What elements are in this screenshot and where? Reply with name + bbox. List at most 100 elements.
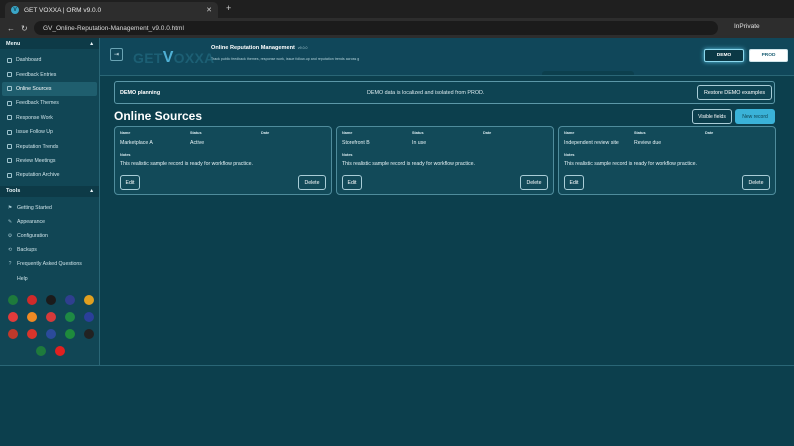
logo-part-v: V — [162, 49, 174, 66]
tool-item-backups[interactable]: ⟲ Backups — [2, 243, 97, 257]
language-flag-icon[interactable] — [36, 346, 46, 356]
delete-button[interactable]: Delete — [520, 175, 548, 190]
language-flag-icon[interactable] — [8, 312, 18, 322]
brand-logo: GET V OXXA — [133, 47, 215, 69]
tool-item-frequently-asked-questions[interactable]: ? Frequently Asked Questions — [2, 257, 97, 271]
app-title-text: Online Reputation Management — [211, 45, 295, 51]
sidebar-item-label: Review Meetings — [16, 157, 56, 164]
tool-item-help[interactable]: Help — [2, 271, 97, 285]
notes-label: Notes — [120, 153, 131, 157]
language-flag-icon[interactable] — [84, 312, 94, 322]
app-title: Online Reputation Management v9.0.0 — [211, 45, 307, 51]
record-status: Review due — [634, 140, 662, 146]
sidebar-item-label: Reputation Trends — [16, 143, 59, 150]
language-flag-icon[interactable] — [46, 329, 56, 339]
page-icon — [7, 172, 12, 178]
date-label: Date — [705, 131, 714, 135]
sidebar-item-feedback-entries[interactable]: Feedback Entries — [2, 67, 97, 81]
page-icon — [7, 129, 12, 135]
sidebar-toggle-button[interactable]: ⇥ — [110, 48, 123, 61]
page-icon — [7, 100, 12, 106]
backup-icon: ⟲ — [7, 247, 13, 254]
sidebar-item-label: Online Sources — [16, 85, 52, 92]
sidebar-item-review-meetings[interactable]: Review Meetings — [2, 154, 97, 168]
gear-icon: ⚙ — [7, 232, 13, 239]
record-notes: This realistic sample record is ready fo… — [564, 161, 697, 167]
collapse-chevron-icon[interactable]: ▴ — [90, 41, 93, 47]
language-flag-icon[interactable] — [55, 346, 65, 356]
menu-list: Dashboard Feedback Entries Online Sources F… — [0, 49, 99, 183]
tool-item-appearance[interactable]: ✎ Appearance — [2, 215, 97, 229]
page-icon — [7, 144, 12, 150]
tool-item-getting-started[interactable]: ⚑ Getting Started — [2, 201, 97, 215]
delete-button[interactable]: Delete — [742, 175, 770, 190]
tools-list: ⚑ Getting Started ✎ Appearance ⚙ Configuratio… — [0, 197, 99, 286]
edit-button[interactable]: Edit — [120, 175, 140, 190]
new-record-button[interactable]: New record — [735, 109, 775, 124]
language-flag-icon[interactable] — [27, 329, 37, 339]
palette-icon: ✎ — [7, 218, 13, 225]
app-subtitle: Track public feedback themes, response w… — [211, 57, 360, 61]
name-label: Name — [564, 131, 575, 135]
demo-banner: DEMO planning DEMO data is localized and… — [114, 81, 775, 104]
sidebar-item-label: Dashboard — [16, 57, 42, 64]
menu-section-header[interactable]: Menu ▴ — [0, 38, 99, 49]
sidebar-item-reputation-archive[interactable]: Reputation Archive — [2, 168, 97, 182]
flag-icon: ⚑ — [7, 204, 13, 211]
record-name: Independent review site — [564, 140, 619, 146]
language-flag-icon[interactable] — [46, 312, 56, 322]
url-field[interactable]: GV_Online-Reputation-Management_v9.0.0.h… — [34, 21, 718, 35]
refresh-icon[interactable]: ↻ — [21, 24, 28, 33]
restore-demo-button[interactable]: Restore DEMO examples — [697, 85, 772, 100]
record-status: Active — [190, 140, 205, 146]
date-label: Date — [483, 131, 492, 135]
edit-button[interactable]: Edit — [342, 175, 362, 190]
back-icon[interactable]: ← — [7, 24, 15, 33]
edit-button[interactable]: Edit — [564, 175, 584, 190]
env-prod-button[interactable]: PROD — [749, 49, 788, 62]
sidebar-item-online-sources[interactable]: Online Sources — [2, 81, 97, 97]
sidebar-item-feedback-themes[interactable]: Feedback Themes — [2, 96, 97, 110]
language-flag-icon[interactable] — [65, 329, 75, 339]
sidebar-item-dashboard[interactable]: Dashboard — [2, 53, 97, 67]
tool-item-label: Frequently Asked Questions — [17, 261, 82, 268]
status-label: Status — [412, 131, 424, 135]
language-flag-icon[interactable] — [84, 295, 94, 305]
page-icon — [7, 158, 12, 164]
inprivate-badge[interactable]: InPrivate — [734, 23, 760, 30]
header-tab-notch — [542, 71, 634, 75]
language-flag-icon[interactable] — [8, 295, 18, 305]
language-flag-icon[interactable] — [8, 329, 18, 339]
sidebar-item-label: Reputation Archive — [16, 172, 60, 179]
tool-item-configuration[interactable]: ⚙ Configuration — [2, 229, 97, 243]
language-flag-icon[interactable] — [46, 295, 56, 305]
language-flag-icon[interactable] — [65, 295, 75, 305]
page-icon — [7, 72, 12, 78]
browser-tab[interactable]: V GET VOXXA | ORM v9.0.0 ✕ — [5, 2, 218, 18]
page-icon — [7, 115, 12, 121]
sidebar-item-reputation-trends[interactable]: Reputation Trends — [2, 139, 97, 153]
delete-button[interactable]: Delete — [298, 175, 326, 190]
record-card: Name Status Date Marketplace A Active Notes Th… — [114, 126, 332, 195]
close-tab-icon[interactable]: ✕ — [206, 6, 212, 14]
language-flag-icon[interactable] — [27, 312, 37, 322]
new-tab-icon[interactable]: + — [226, 3, 231, 13]
sidebar-item-label: Feedback Entries — [16, 71, 57, 78]
banner-message: DEMO data is localized and isolated from… — [367, 90, 485, 96]
record-name: Marketplace A — [120, 140, 153, 146]
sidebar-item-response-work[interactable]: Response Work — [2, 111, 97, 125]
language-flag-icon[interactable] — [84, 329, 94, 339]
notes-label: Notes — [342, 153, 353, 157]
language-flag-icon[interactable] — [27, 295, 37, 305]
visible-fields-button[interactable]: Visible fields — [692, 109, 732, 124]
env-demo-button[interactable]: DEMO — [704, 49, 744, 62]
address-bar: ← ↻ GV_Online-Reputation-Management_v9.0… — [0, 18, 794, 38]
sidebar-item-issue-follow-up[interactable]: Issue Follow Up — [2, 125, 97, 139]
tool-item-label: Getting Started — [17, 204, 52, 211]
language-flag-icon[interactable] — [65, 312, 75, 322]
collapse-chevron-icon[interactable]: ▴ — [90, 188, 93, 194]
name-label: Name — [342, 131, 353, 135]
tab-title: GET VOXXA | ORM v9.0.0 — [24, 6, 102, 14]
tools-section-header[interactable]: Tools ▴ — [0, 185, 99, 197]
page-icon — [7, 86, 12, 92]
